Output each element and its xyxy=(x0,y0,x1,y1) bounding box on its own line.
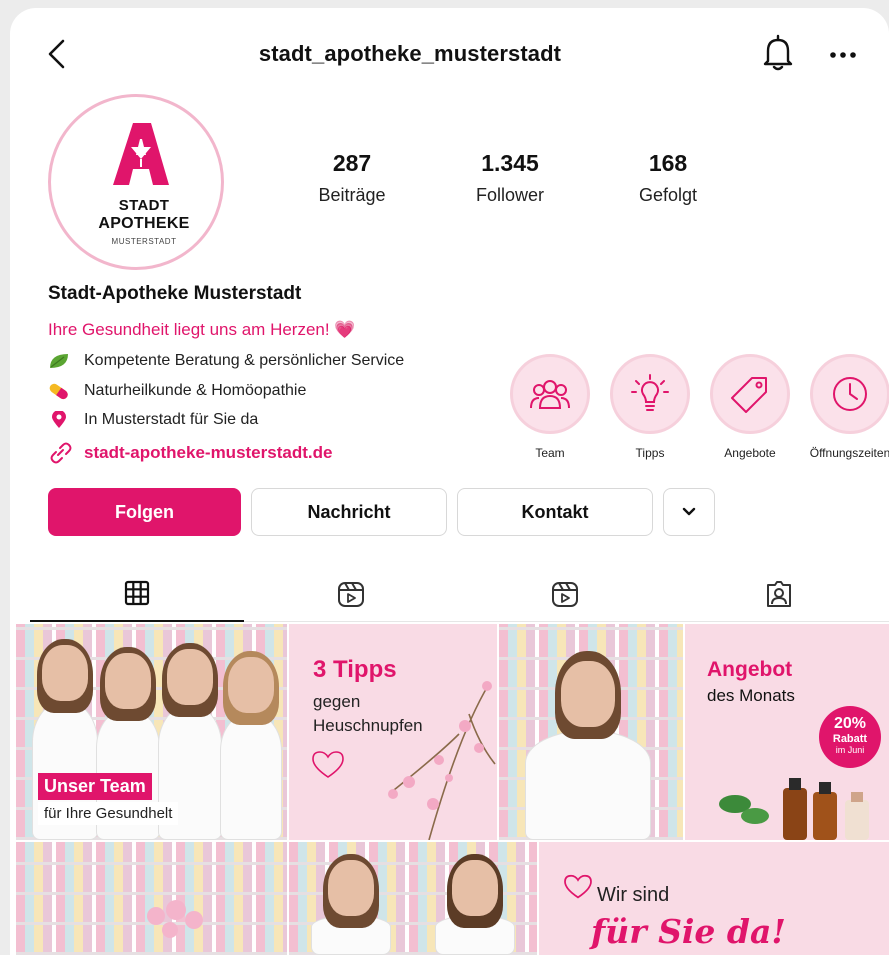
bio-line: Naturheilkunde & Homöopathie xyxy=(48,382,306,400)
bio-website-link[interactable]: stadt-apotheke-musterstadt.de xyxy=(48,442,332,464)
tab-reels-2[interactable] xyxy=(458,565,672,622)
top-bar: stadt_apotheke_musterstadt xyxy=(10,8,889,98)
posts-grid: Unser Team für Ihre Gesundhelt 3 Tipps g… xyxy=(16,624,889,955)
post-team-subtitle: für Ihre Gesundhelt xyxy=(38,802,179,825)
stat-following[interactable]: 168 Gefolgt xyxy=(598,150,738,206)
grid-icon xyxy=(124,580,150,605)
contact-button[interactable]: Kontakt xyxy=(457,488,653,536)
logo-text-stadt: STADT xyxy=(118,197,170,214)
highlight-circle xyxy=(810,354,889,434)
link-icon xyxy=(50,442,72,464)
message-button[interactable]: Nachricht xyxy=(251,488,447,536)
pharmacist-figure xyxy=(220,651,282,840)
highlight-team[interactable]: Team xyxy=(502,354,598,460)
pill-icon xyxy=(49,383,68,400)
bell-icon[interactable] xyxy=(760,34,796,72)
post-angebot-title: Angebot xyxy=(707,658,793,681)
apotheke-a-logo-icon xyxy=(113,123,169,185)
post-tipps[interactable]: 3 Tipps gegen Heuschnupfen xyxy=(289,624,497,840)
highlight-circle xyxy=(610,354,690,434)
highlight-angebote[interactable]: Angebote xyxy=(702,354,798,460)
pharmacist-figure xyxy=(435,854,515,955)
post-consultation[interactable] xyxy=(289,842,537,955)
tab-reels[interactable] xyxy=(244,565,458,622)
bio-line-text: In Musterstadt für Sie da xyxy=(84,411,259,428)
highlight-circle xyxy=(710,354,790,434)
profile-display-name: Stadt-Apotheke Musterstadt xyxy=(48,283,302,304)
tab-posts-grid[interactable] xyxy=(30,565,244,622)
stat-followers[interactable]: 1.345 Follower xyxy=(440,150,580,206)
bio-line-text: Naturheilkunde & Homöopathie xyxy=(84,382,307,399)
post-team[interactable]: Unser Team für Ihre Gesundhelt xyxy=(16,624,287,840)
post-wir-line1: Wir sind xyxy=(597,884,670,906)
post-pharmacist-portrait[interactable] xyxy=(499,624,683,840)
tagged-icon xyxy=(767,580,791,607)
discount-percent: 20% xyxy=(833,715,867,732)
pharmacist-figure xyxy=(311,854,391,955)
highlight-label: Team xyxy=(535,446,565,460)
highlight-circle xyxy=(510,354,590,434)
stat-value: 168 xyxy=(648,150,688,176)
logo-text-musterstadt: MUSTERSTADT xyxy=(111,237,177,246)
highlight-oeffnungszeiten[interactable]: Öffnungszeiten xyxy=(802,354,889,460)
heart-outline-icon xyxy=(564,874,592,899)
highlight-label: Angebote xyxy=(724,446,776,460)
chevron-down-icon xyxy=(682,507,696,516)
post-tipps-line2: gegen xyxy=(313,692,361,711)
stat-posts[interactable]: 287 Beiträge xyxy=(282,150,422,206)
location-pin-icon xyxy=(52,411,66,428)
post-wir-sind[interactable]: Wir sind für Sie da! xyxy=(539,842,889,955)
stat-value: 1.345 xyxy=(481,150,539,176)
stat-label: Gefolgt xyxy=(638,185,698,205)
post-angebot[interactable]: Angebot des Monats 20% Rabatt im Juni xyxy=(685,624,889,840)
suggestions-dropdown-button[interactable] xyxy=(663,488,715,536)
discount-label: Rabatt xyxy=(832,733,868,745)
bio-tagline: Ihre Gesundheit liegt uns am Herzen! 💗 xyxy=(48,320,356,339)
tab-tagged[interactable] xyxy=(672,565,886,622)
clock-icon xyxy=(833,377,867,411)
profile-screen: stadt_apotheke_musterstadt STADT APOTHEK… xyxy=(10,8,889,955)
bio-line: Kompetente Beratung & persönlicher Servi… xyxy=(48,352,404,370)
leaf-icon xyxy=(50,354,68,368)
post-wir-line2: für Sie da! xyxy=(591,912,786,951)
stat-label: Beiträge xyxy=(318,185,386,205)
stat-value: 287 xyxy=(332,150,372,176)
profile-avatar[interactable]: STADT APOTHEKE MUSTERSTADT xyxy=(48,94,224,270)
more-options-icon[interactable] xyxy=(828,50,858,60)
orchid-icon xyxy=(147,900,203,938)
product-bottles-icon xyxy=(719,778,869,840)
highlight-tipps[interactable]: Tipps xyxy=(602,354,698,460)
logo-text-apotheke: APOTHEKE xyxy=(98,215,190,232)
heart-outline-icon xyxy=(312,751,344,778)
blossom-branch-icon xyxy=(388,681,496,840)
bio-line: In Musterstadt für Sie da xyxy=(48,411,258,429)
profile-tabs xyxy=(30,565,889,622)
reels-icon xyxy=(552,581,578,607)
stat-label: Follower xyxy=(475,185,545,205)
lightbulb-icon xyxy=(631,374,669,411)
bio-website-text: stadt-apotheke-musterstadt.de xyxy=(84,443,333,462)
post-pharmacy-shelves[interactable] xyxy=(16,842,287,955)
highlight-label: Öffnungszeiten xyxy=(809,446,889,460)
highlight-label: Tipps xyxy=(635,446,665,460)
reels-icon xyxy=(338,581,364,607)
follow-button[interactable]: Folgen xyxy=(48,488,241,536)
discount-month: im Juni xyxy=(835,745,865,755)
profile-username: stadt_apotheke_musterstadt xyxy=(258,41,562,66)
discount-badge: 20% Rabatt im Juni xyxy=(819,706,881,768)
bio-line-text: Kompetente Beratung & persönlicher Servi… xyxy=(84,352,405,369)
team-icon xyxy=(530,380,570,409)
post-team-title: Unser Team xyxy=(38,773,152,800)
avatar-logo: STADT APOTHEKE MUSTERSTADT xyxy=(59,105,213,259)
tag-icon xyxy=(731,377,767,413)
pharmacist-figure xyxy=(525,651,651,840)
post-angebot-subtitle: des Monats xyxy=(707,686,795,705)
